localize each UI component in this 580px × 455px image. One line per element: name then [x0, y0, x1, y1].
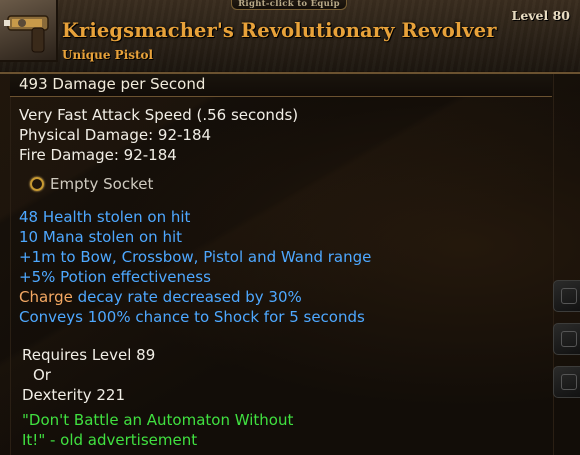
side-panel-button-3[interactable]: [553, 366, 580, 398]
modifier-mana-steal: 10 Mana stolen on hit: [19, 228, 183, 246]
charge-decay-text: decay rate decreased by 30%: [72, 288, 302, 306]
dps-value: 493 Damage per Second: [19, 75, 206, 93]
flavor-text-line-2: It!" - old advertisement: [22, 431, 198, 449]
pistol-icon: [4, 15, 49, 53]
equip-hint: Right-click to Equip: [231, 0, 347, 10]
socket-ring-icon[interactable]: [30, 177, 44, 191]
tooltip-body: 493 Damage per Second Very Fast Attack S…: [0, 74, 580, 455]
item-level: Level 80: [511, 8, 570, 23]
requirement-or: Or: [33, 366, 51, 384]
item-type: Unique Pistol: [62, 48, 154, 62]
attack-speed: Very Fast Attack Speed (.56 seconds): [19, 106, 299, 124]
fire-damage: Fire Damage: 92-184: [19, 146, 177, 164]
requirement-dexterity: Dexterity 221: [22, 386, 125, 404]
charge-keyword: Charge: [19, 288, 73, 306]
dps-row: 493 Damage per Second: [10, 74, 552, 97]
item-name: Kriegsmacher's Revolutionary Revolver: [62, 19, 497, 42]
modifier-range: +1m to Bow, Crossbow, Pistol and Wand ra…: [19, 248, 372, 266]
modifier-shock: Conveys 100% chance to Shock for 5 secon…: [19, 308, 365, 326]
modifier-charge-decay: Charge decay rate decreased by 30%: [19, 288, 302, 306]
tooltip-header: Right-click to Equip Kriegsmacher's Revo…: [0, 0, 580, 74]
side-panel-button-2[interactable]: [553, 323, 580, 355]
socket-label: Empty Socket: [50, 175, 154, 193]
requirement-level: Requires Level 89: [22, 346, 156, 364]
flavor-text-line-1: "Don't Battle an Automaton Without: [22, 411, 294, 429]
modifier-potion: +5% Potion effectiveness: [19, 268, 211, 286]
modifier-health-steal: 48 Health stolen on hit: [19, 208, 191, 226]
side-panel-button-1[interactable]: [553, 280, 580, 312]
physical-damage: Physical Damage: 92-184: [19, 126, 212, 144]
item-icon-frame: [0, 0, 58, 62]
